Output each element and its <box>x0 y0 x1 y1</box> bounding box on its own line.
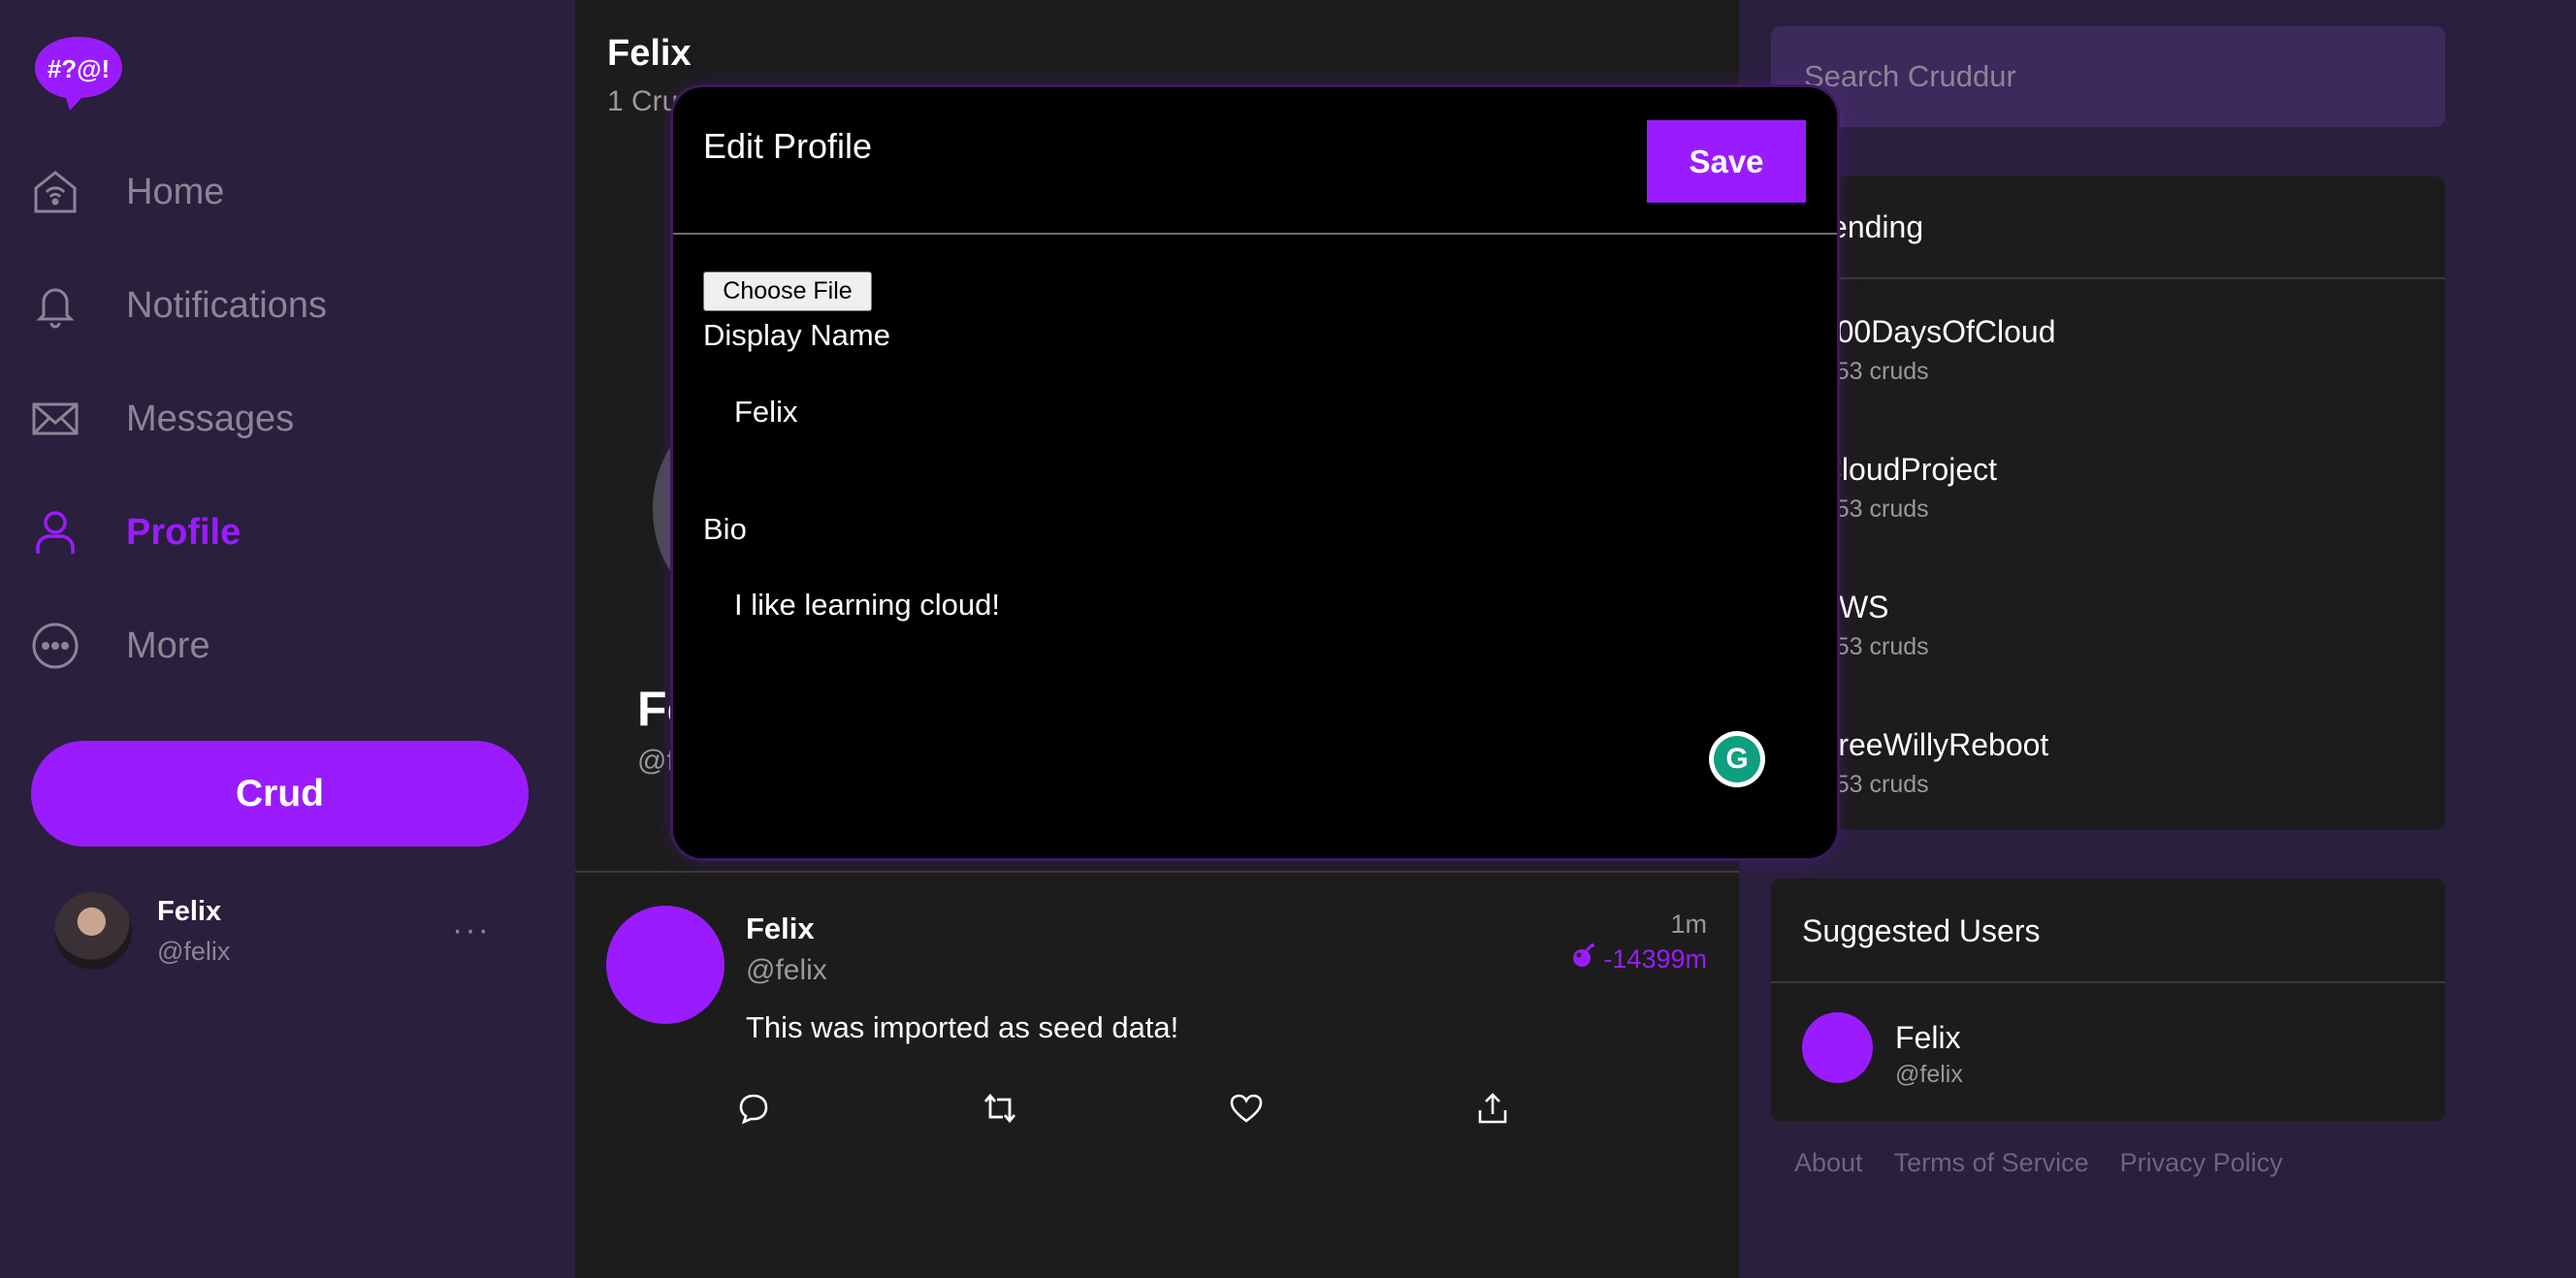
divider <box>1771 981 2445 983</box>
trending-count: 7,753 cruds <box>1802 771 1929 798</box>
like-icon[interactable] <box>1226 1088 1267 1129</box>
crud-post[interactable]: Felix @felix 1m -14399m This was importe… <box>575 873 1739 1144</box>
account-more-icon[interactable]: ··· <box>452 911 491 949</box>
display-name-label: Display Name <box>703 318 890 352</box>
footer-link-terms[interactable]: Terms of Service <box>1894 1148 2089 1178</box>
trending-panel: Trending #100DaysOfCloud 2,053 cruds #Cl… <box>1771 176 2445 830</box>
recrud-icon[interactable] <box>980 1088 1020 1129</box>
bell-icon <box>29 279 81 332</box>
nav-item-messages[interactable]: Messages <box>29 380 294 458</box>
nav-label: More <box>126 624 210 666</box>
search-box[interactable] <box>1771 26 2445 127</box>
account-name: Felix <box>157 896 222 927</box>
footer-link-privacy[interactable]: Privacy Policy <box>2120 1148 2283 1178</box>
suggested-title: Suggested Users <box>1802 913 2041 948</box>
post-author-handle[interactable]: @felix <box>746 954 827 987</box>
nav-label: Messages <box>126 398 295 439</box>
divider <box>673 233 1837 235</box>
nav-item-profile[interactable]: Profile <box>29 494 241 571</box>
home-icon <box>29 166 81 218</box>
nav-item-more[interactable]: More <box>29 607 210 685</box>
svg-text:#?@!: #?@! <box>48 54 110 83</box>
bomb-icon <box>1570 943 1597 976</box>
nav-label: Profile <box>126 511 242 553</box>
account-switcher[interactable]: Felix @felix ··· <box>54 892 510 974</box>
search-input[interactable] <box>1771 26 2445 127</box>
nav-label: Notifications <box>126 284 327 326</box>
user-icon <box>29 506 81 559</box>
footer-links: About Terms of Service Privacy Policy <box>1794 1148 2283 1178</box>
nav-item-notifications[interactable]: Notifications <box>29 267 327 344</box>
mail-icon <box>29 393 81 445</box>
display-name-field[interactable] <box>703 368 1799 456</box>
profile-handle: @f <box>637 745 675 777</box>
cruddur-logo[interactable]: #?@! <box>31 33 126 112</box>
divider <box>1771 277 2445 279</box>
grammarly-icon[interactable]: G <box>1709 731 1765 787</box>
trending-count: 2,053 cruds <box>1802 358 1929 385</box>
suggested-user-name[interactable]: Felix <box>1895 1020 1961 1056</box>
choose-file-button[interactable]: Choose File <box>703 272 872 311</box>
post-avatar[interactable] <box>606 906 724 1024</box>
more-circle-icon <box>29 620 81 672</box>
bio-label: Bio <box>703 512 747 546</box>
trending-tag: #100DaysOfCloud <box>1802 314 2056 349</box>
crud-button[interactable]: Crud <box>31 741 529 847</box>
post-author-name[interactable]: Felix <box>746 911 815 946</box>
account-handle: @felix <box>157 937 231 966</box>
modal-title: Edit Profile <box>703 126 873 166</box>
suggested-users-panel: Suggested Users Felix @felix <box>1771 879 2445 1121</box>
trending-tag: #FreeWillyReboot <box>1802 727 2049 762</box>
trending-item[interactable]: #FreeWillyReboot 7,753 cruds <box>1802 727 2048 799</box>
save-button[interactable]: Save <box>1647 120 1806 203</box>
reply-icon[interactable] <box>733 1088 774 1129</box>
avatar <box>54 892 132 970</box>
page-title: Felix <box>607 33 692 74</box>
post-expiry-value: -14399m <box>1603 944 1707 974</box>
post-timestamp: 1m <box>1670 910 1707 939</box>
nav-label: Home <box>126 171 225 212</box>
left-sidebar: #?@! Home Notifications Messages Profile… <box>0 0 575 1278</box>
avatar[interactable] <box>1802 1012 1873 1083</box>
post-expiry: -14399m <box>1570 943 1707 976</box>
suggested-user-handle[interactable]: @felix <box>1895 1061 1963 1089</box>
edit-profile-modal: Edit Profile Save Choose File Display Na… <box>673 87 1837 858</box>
trending-item[interactable]: #100DaysOfCloud 2,053 cruds <box>1802 314 2055 386</box>
post-body: This was imported as seed data! <box>746 1010 1179 1044</box>
share-icon[interactable] <box>1472 1088 1513 1129</box>
bio-field[interactable]: I like learning cloud! <box>703 562 1799 815</box>
nav-item-home[interactable]: Home <box>29 153 224 231</box>
footer-link-about[interactable]: About <box>1794 1148 1863 1178</box>
